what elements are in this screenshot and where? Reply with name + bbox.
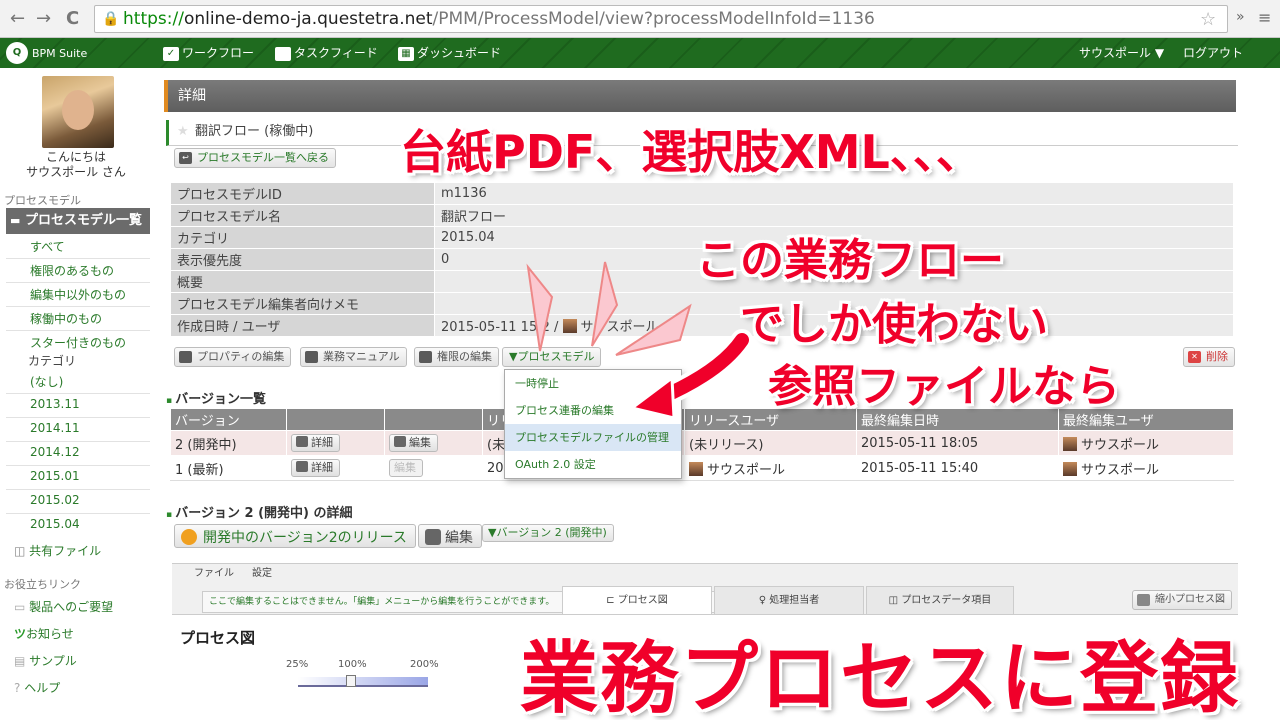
pink-arrow [526,263,554,352]
overlay-caption-line3: 参照ファイルなら [768,361,1120,412]
pink-arrow [615,303,692,356]
pink-arrow [591,261,619,347]
red-arrow-head [628,375,676,420]
overlay-bottom-caption: 業務プロセスに登録 [520,634,1241,720]
overlay-caption-line2: でしか使わない [740,299,1048,350]
overlay-caption-line1: この業務フロー [696,235,1004,286]
overlay-top-caption: 台紙PDF、選択肢XML、、、 [400,125,982,179]
